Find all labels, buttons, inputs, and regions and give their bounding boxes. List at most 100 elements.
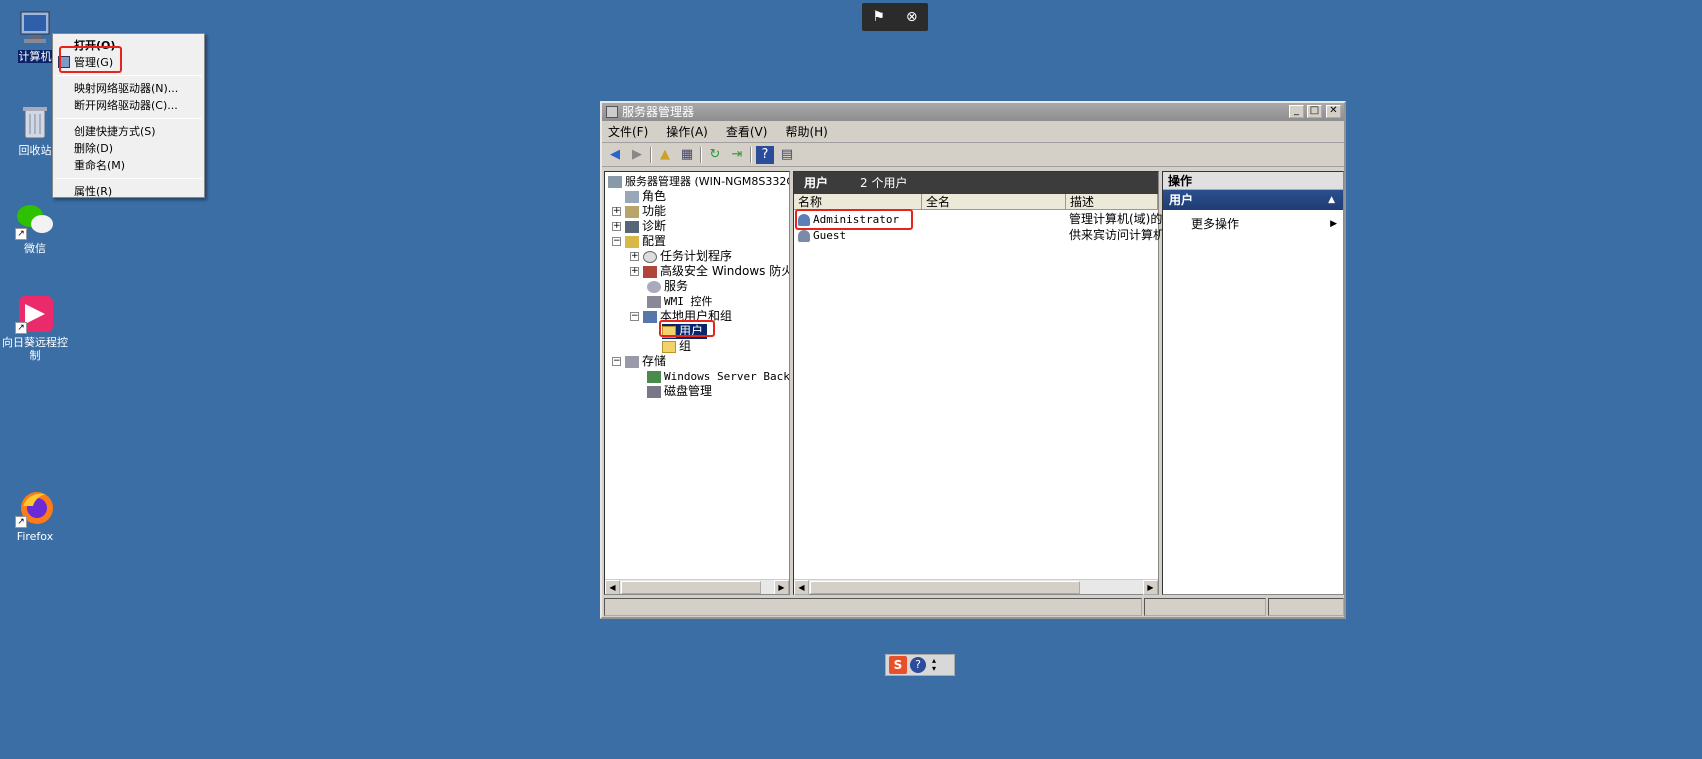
menu-item-create-shortcut[interactable]: 创建快捷方式(S)	[53, 123, 204, 140]
tree-node-features[interactable]: + 功能	[612, 204, 666, 219]
tree-node-users[interactable]: 用户	[662, 324, 708, 339]
scroll-thumb[interactable]	[621, 581, 761, 594]
tree-node-task-scheduler[interactable]: + 任务计划程序	[630, 249, 732, 264]
toolbar-separator	[650, 146, 652, 163]
export-list-icon[interactable]: ⇥	[728, 146, 746, 164]
list-horizontal-scrollbar[interactable]: ◀ ▶	[794, 579, 1158, 595]
menu-item-manage[interactable]: 管理(G)	[53, 54, 204, 71]
collapse-icon[interactable]: −	[630, 312, 639, 321]
status-panel	[604, 598, 1142, 616]
tree-node-diagnostics[interactable]: + 诊断	[612, 219, 666, 234]
tree-node-groups[interactable]: 组	[662, 339, 691, 354]
tree-node-storage[interactable]: − 存储	[612, 354, 666, 369]
scroll-right-icon[interactable]: ▶	[774, 580, 789, 594]
backup-icon	[647, 370, 661, 383]
sogou-ime-icon[interactable]: S	[889, 656, 907, 674]
server-manager-window: 服务器管理器 _ □ ✕ 文件(F) 操作(A) 查看(V) 帮助(H) ◀ ▶…	[600, 101, 1346, 619]
scroll-right-icon[interactable]: ▶	[1143, 580, 1158, 595]
menu-action[interactable]: 操作(A)	[666, 123, 708, 140]
ime-language-bar: S ? ▴ ▾	[885, 654, 955, 676]
status-panel	[1144, 598, 1266, 616]
maximize-button[interactable]: □	[1307, 105, 1322, 118]
expand-icon[interactable]: +	[630, 252, 639, 261]
tree-node-wmi[interactable]: WMI 控件	[647, 294, 713, 309]
desktop-icon-label: 微信	[24, 242, 46, 255]
tree-node-roles[interactable]: 角色	[625, 189, 666, 204]
menu-view[interactable]: 查看(V)	[726, 123, 768, 140]
gear-icon	[647, 280, 661, 293]
title-bar[interactable]: 服务器管理器 _ □ ✕	[602, 103, 1344, 121]
tree-node-services[interactable]: 服务	[647, 279, 688, 294]
expand-icon[interactable]: +	[630, 267, 639, 276]
show-hide-tree-icon[interactable]: ▦	[678, 146, 696, 164]
shortcut-arrow-icon: ↗	[15, 516, 27, 528]
scroll-left-icon[interactable]: ◀	[794, 580, 809, 595]
desktop-icon-wechat[interactable]: ↗ 微信	[0, 200, 70, 255]
collapse-icon[interactable]: −	[612, 357, 621, 366]
firewall-icon	[643, 265, 657, 278]
wmi-icon	[647, 295, 661, 308]
user-icon	[798, 213, 810, 226]
tree-node-disk-management[interactable]: 磁盘管理	[647, 384, 712, 399]
scroll-thumb[interactable]	[810, 581, 1080, 594]
close-button[interactable]: ✕	[1326, 105, 1341, 118]
show-hide-action-pane-icon[interactable]: ▤	[778, 146, 796, 164]
desktop-icon-sunlogin[interactable]: ↗ 向日葵远程控制	[0, 294, 70, 362]
options-icon[interactable]: ▴ ▾	[929, 657, 939, 673]
table-row[interactable]: Administrator 管理计算机(域)的内	[798, 212, 1174, 227]
collapse-up-icon[interactable]: ▲	[1328, 190, 1335, 210]
desktop-icon-label: Firefox	[16, 530, 54, 543]
menu-item-map-drive[interactable]: 映射网络驱动器(N)...	[53, 80, 204, 97]
users-list-pane: 用户 2 个用户 名称 全名 描述 Administrator 管理计算机(域)的内…	[793, 171, 1177, 595]
disk-icon	[647, 385, 661, 398]
expand-icon[interactable]: +	[612, 222, 621, 231]
menu-help[interactable]: 帮助(H)	[785, 123, 827, 140]
refresh-icon[interactable]: ↻	[706, 146, 724, 164]
status-bar	[604, 598, 1344, 616]
menu-file[interactable]: 文件(F)	[608, 123, 648, 140]
tree-node-firewall[interactable]: +高级安全 Windows 防火墙	[630, 264, 789, 279]
column-header-description[interactable]: 描述	[1066, 194, 1158, 210]
close-circle-icon[interactable]: ⊗	[906, 9, 918, 25]
collapse-icon[interactable]: −	[612, 237, 621, 246]
server-manager-icon	[606, 106, 618, 118]
menu-item-properties[interactable]: 属性(R)	[53, 183, 204, 200]
table-row[interactable]: Guest 供来宾访问计算机或	[798, 228, 1177, 243]
actions-section-users[interactable]: 用户 ▲	[1163, 190, 1343, 210]
users-group-icon	[643, 310, 657, 323]
minimize-button[interactable]: _	[1289, 105, 1304, 118]
sunlogin-icon: ↗	[15, 294, 55, 334]
menu-item-rename[interactable]: 重命名(M)	[53, 157, 204, 174]
desktop-icon-firefox[interactable]: ↗ Firefox	[0, 488, 70, 543]
tree-root[interactable]: 服务器管理器 (WIN-NGM8S332OV	[608, 174, 789, 189]
menu-item-open[interactable]: 打开(O)	[53, 37, 204, 54]
menu-item-label: 管理(G)	[74, 56, 114, 69]
features-icon	[625, 205, 639, 218]
back-icon[interactable]: ◀	[606, 146, 624, 164]
forward-icon[interactable]: ▶	[628, 146, 646, 164]
tree-node-backup[interactable]: Windows Server Backup	[647, 369, 789, 384]
window-title: 服务器管理器	[622, 105, 695, 119]
context-menu: 打开(O) 管理(G) 映射网络驱动器(N)... 断开网络驱动器(C)... …	[52, 33, 205, 198]
tree-horizontal-scrollbar[interactable]: ◀ ▶	[605, 579, 789, 594]
flag-icon[interactable]: ⚑	[872, 9, 885, 25]
shortcut-arrow-icon: ↗	[15, 228, 27, 240]
submenu-arrow-icon: ▶	[1330, 219, 1337, 229]
column-header-name[interactable]: 名称	[794, 194, 922, 210]
tree-node-configuration[interactable]: − 配置	[612, 234, 666, 249]
up-folder-icon[interactable]: ▲	[656, 146, 674, 164]
center-header: 用户 2 个用户	[794, 172, 1158, 194]
menu-bar: 文件(F) 操作(A) 查看(V) 帮助(H)	[602, 121, 1344, 143]
column-header-fullname[interactable]: 全名	[922, 194, 1066, 210]
desktop-icon-label: 计算机	[17, 50, 53, 63]
tree-node-local-users-groups[interactable]: − 本地用户和组	[630, 309, 732, 324]
menu-item-disconnect-drive[interactable]: 断开网络驱动器(C)...	[53, 97, 204, 114]
more-actions[interactable]: 更多操作 ▶	[1163, 214, 1343, 234]
roles-icon	[625, 190, 639, 203]
help-icon[interactable]: ?	[910, 657, 926, 673]
scroll-left-icon[interactable]: ◀	[605, 580, 620, 594]
desktop-icon-label: 回收站	[18, 144, 52, 157]
help-icon[interactable]: ?	[756, 145, 774, 164]
menu-item-delete[interactable]: 删除(D)	[53, 140, 204, 157]
expand-icon[interactable]: +	[612, 207, 621, 216]
